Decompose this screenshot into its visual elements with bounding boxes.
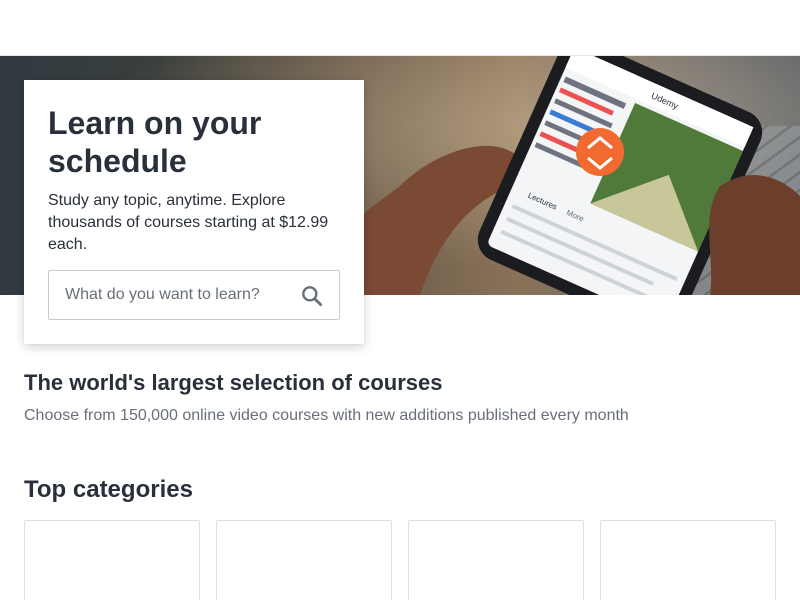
category-card[interactable] <box>408 520 584 600</box>
hero-subtitle: Study any topic, anytime. Explore thousa… <box>48 192 329 253</box>
top-navigation-bar <box>0 0 800 56</box>
udemy-logo-icon <box>576 128 624 176</box>
search-icon <box>302 286 323 307</box>
search-input[interactable] <box>49 271 289 319</box>
top-categories-title: Top categories <box>24 476 193 503</box>
category-card[interactable] <box>216 520 392 600</box>
category-card[interactable] <box>24 520 200 600</box>
category-card[interactable] <box>600 520 776 600</box>
search-button[interactable] <box>299 283 325 309</box>
hero-title: Learn on your schedule <box>48 105 262 179</box>
phone-icon: Udemy Lectures More <box>360 56 800 295</box>
selection-subtitle: Choose from 150,000 online video courses… <box>24 407 629 424</box>
search-box <box>48 270 340 320</box>
selection-title: The world's largest selection of courses <box>24 370 443 395</box>
hero-card: Learn on your schedule Study any topic, … <box>24 80 364 344</box>
